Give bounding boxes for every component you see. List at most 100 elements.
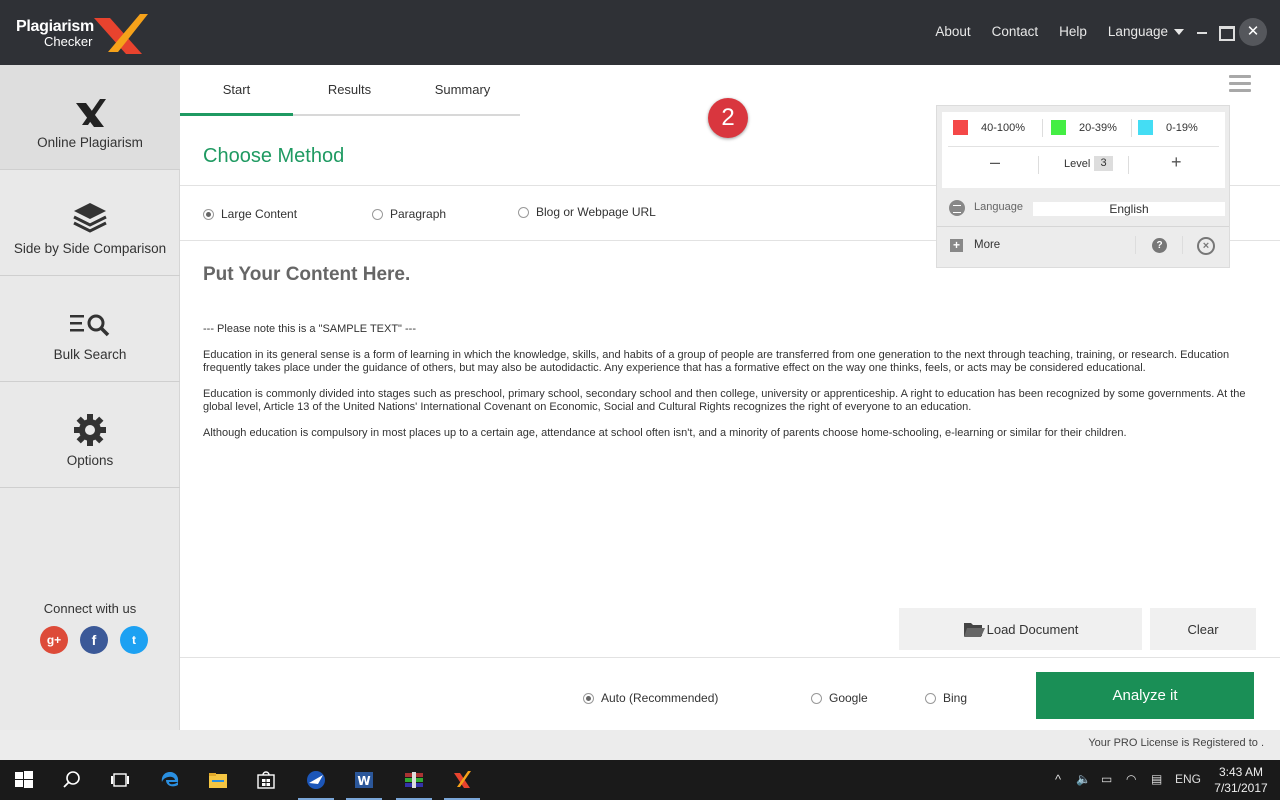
radio-selected: [583, 692, 594, 704]
language-icon: [949, 200, 965, 216]
input-language[interactable]: ENG: [1175, 772, 1201, 786]
method-blog-url[interactable]: Blog or Webpage URL: [518, 205, 656, 219]
method-paragraph[interactable]: Paragraph: [372, 207, 446, 221]
cyan-swatch-icon: [1138, 120, 1153, 135]
nav-help[interactable]: Help: [1059, 24, 1087, 39]
sidebar: Online Plagiarism Side by Side Compariso…: [0, 65, 180, 730]
connect-label: Connect with us: [43, 601, 137, 616]
caret-down-icon: [1174, 29, 1184, 36]
tab-start[interactable]: Start: [180, 82, 293, 116]
content-title: Put Your Content Here.: [203, 264, 411, 285]
close-circle-icon[interactable]: ×: [1197, 237, 1215, 255]
maximize-button[interactable]: [1214, 18, 1236, 46]
legend-mid: 20-39%: [1051, 120, 1117, 135]
chevron-up-icon[interactable]: ^: [1055, 772, 1061, 787]
store-icon[interactable]: [242, 760, 290, 800]
content-paragraph: Although education is compulsory in most…: [203, 427, 1127, 439]
sidebar-item-side-by-side[interactable]: Side by Side Comparison: [0, 171, 180, 276]
sidebar-item-label: Bulk Search: [53, 347, 127, 362]
legend-label: 40-100%: [981, 121, 1026, 134]
app-logo: Plagiarism Checker: [14, 14, 148, 54]
legend-label: 20-39%: [1079, 121, 1117, 134]
content-paragraph: Education is commonly divided into stage…: [203, 388, 1246, 413]
level-decrease-button[interactable]: –: [990, 152, 1000, 173]
step-badge: 2: [708, 98, 748, 138]
top-nav: About Contact Help Language: [935, 24, 1184, 39]
sidebar-item-options[interactable]: Options: [0, 383, 180, 488]
method-label: Blog or Webpage URL: [536, 205, 656, 219]
engine-auto[interactable]: Auto (Recommended): [583, 691, 718, 705]
panel-language-select[interactable]: English: [1033, 202, 1225, 216]
legend-low: 0-19%: [1138, 120, 1198, 135]
folder-icon: [963, 623, 985, 637]
tab-results[interactable]: Results: [293, 82, 406, 97]
notification-icon[interactable]: ▤: [1151, 772, 1162, 786]
list-search-icon: [70, 314, 110, 337]
engine-google[interactable]: Google: [811, 691, 868, 705]
hamburger-menu-icon[interactable]: [1229, 75, 1251, 95]
word-icon[interactable]: W: [340, 760, 388, 800]
battery-icon[interactable]: ▭: [1101, 772, 1112, 786]
radio-unselected: [925, 692, 936, 704]
winrar-icon[interactable]: [390, 760, 438, 800]
sidebar-item-label: Side by Side Comparison: [13, 241, 167, 256]
nav-language-label: Language: [1107, 24, 1168, 39]
taskbar-clock[interactable]: 3:43 AM 7/31/2017: [1208, 764, 1274, 796]
gear-icon: [74, 414, 106, 446]
engine-label: Google: [829, 691, 868, 705]
section-title: Choose Method: [203, 145, 345, 167]
taskbar: W ^ 🔈 ▭ ◠ ▤ ENG 3:43 AM 7/31/2017: [0, 760, 1280, 800]
search-icon[interactable]: [48, 760, 96, 800]
status-bar: Your PRO License is Registered to .: [180, 730, 1280, 760]
sidebar-item-bulk-search[interactable]: Bulk Search: [0, 277, 180, 382]
level-increase-button[interactable]: +: [1171, 152, 1182, 173]
airplane-app-icon[interactable]: [292, 760, 340, 800]
sidebar-item-label: Online Plagiarism: [37, 135, 143, 150]
title-bar: Plagiarism Checker About Contact Help La…: [0, 0, 1280, 65]
clock-time: 3:43 AM: [1218, 765, 1264, 779]
file-explorer-icon[interactable]: [194, 760, 242, 800]
sidebar-item-label: Options: [66, 453, 114, 468]
content-textarea[interactable]: --- Please note this is a "SAMPLE TEXT" …: [203, 323, 1263, 453]
divider: [180, 657, 1280, 658]
engine-bing[interactable]: Bing: [925, 691, 967, 705]
load-document-button[interactable]: Load Document: [899, 608, 1142, 650]
close-window-button[interactable]: ✕: [1239, 18, 1267, 46]
radio-unselected: [372, 208, 383, 220]
logo-text-line2: Checker: [44, 34, 93, 49]
volume-icon[interactable]: 🔈: [1076, 772, 1091, 786]
minimize-button[interactable]: [1191, 18, 1213, 46]
wifi-icon[interactable]: ◠: [1126, 772, 1136, 786]
green-swatch-icon: [1051, 120, 1066, 135]
tab-summary[interactable]: Summary: [406, 82, 519, 97]
windows-start-icon[interactable]: [0, 760, 48, 800]
engine-label: Auto (Recommended): [601, 691, 719, 705]
nav-contact[interactable]: Contact: [992, 24, 1039, 39]
content-paragraph: Education in its general sense is a form…: [203, 349, 1230, 374]
edge-browser-icon[interactable]: [146, 760, 194, 800]
nav-language[interactable]: Language: [1108, 24, 1184, 39]
task-view-icon[interactable]: [96, 760, 144, 800]
twitter-icon[interactable]: t: [120, 626, 148, 654]
radio-unselected: [811, 692, 822, 704]
tab-bar: Start Results Summary: [180, 65, 520, 116]
nav-about[interactable]: About: [935, 24, 970, 39]
method-label: Paragraph: [390, 207, 447, 221]
sidebar-item-online-plagiarism[interactable]: Online Plagiarism: [0, 65, 180, 170]
x-logo-icon: [76, 99, 106, 127]
level-value: 3: [1094, 156, 1113, 171]
svg-text:W: W: [357, 774, 370, 788]
level-legend-box: 40-100% 20-39% 0-19% – Level 3 +: [942, 112, 1225, 188]
clear-button[interactable]: Clear: [1150, 608, 1256, 650]
facebook-icon[interactable]: f: [80, 626, 108, 654]
help-icon[interactable]: ?: [1152, 238, 1167, 253]
red-swatch-icon: [953, 120, 968, 135]
more-button[interactable]: More: [974, 239, 1000, 251]
radio-unselected: [518, 206, 529, 218]
content-paragraph: --- Please note this is a "SAMPLE TEXT" …: [203, 323, 417, 335]
legend-label: 0-19%: [1166, 121, 1198, 134]
method-large-content[interactable]: Large Content: [203, 207, 297, 221]
analyze-button[interactable]: Analyze it: [1036, 672, 1254, 719]
google-plus-icon[interactable]: g+: [40, 626, 68, 654]
plagiarism-checker-taskbar-icon[interactable]: [438, 760, 486, 800]
